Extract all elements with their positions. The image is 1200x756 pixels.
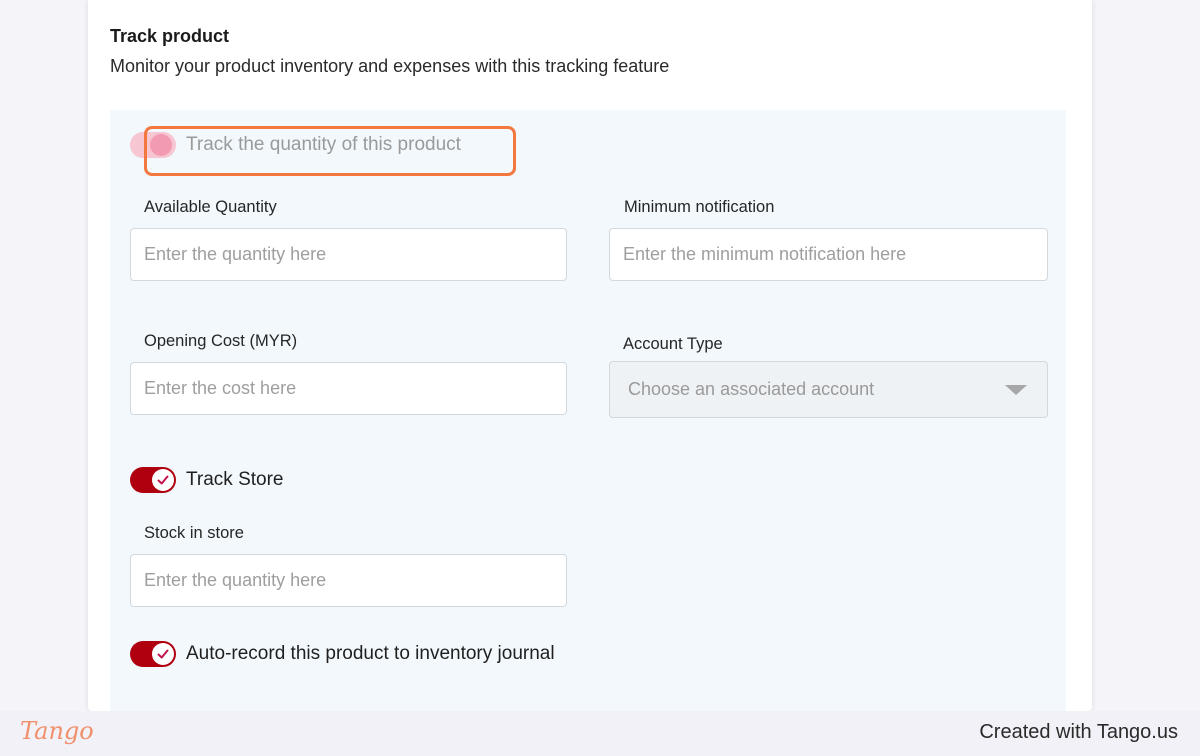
auto-record-label: Auto-record this product to inventory jo… xyxy=(186,643,555,664)
chevron-down-icon[interactable] xyxy=(1005,384,1027,395)
tracking-panel: Track the quantity of this product Avail… xyxy=(110,110,1066,711)
track-store-row[interactable]: Track Store xyxy=(130,467,284,493)
step-highlight xyxy=(144,126,516,176)
track-store-label: Track Store xyxy=(186,469,284,490)
stock-in-store-input[interactable] xyxy=(130,554,567,607)
account-type-label: Account Type xyxy=(623,335,723,353)
tango-footer: Tango Created with Tango.us xyxy=(0,711,1200,756)
opening-cost-label: Opening Cost (MYR) xyxy=(144,332,298,350)
account-type-select[interactable]: Choose an associated account xyxy=(609,361,1048,418)
available-quantity-label: Available Quantity xyxy=(144,198,277,216)
minimum-notification-label: Minimum notification xyxy=(624,198,775,216)
auto-record-toggle[interactable] xyxy=(130,641,176,667)
section-description: Monitor your product inventory and expen… xyxy=(110,56,670,76)
section-title: Track product xyxy=(110,26,230,46)
minimum-notification-input[interactable] xyxy=(609,228,1048,281)
check-icon xyxy=(152,643,174,665)
screenshot: Track product Monitor your product inven… xyxy=(0,0,1200,756)
tango-credit: Created with Tango.us xyxy=(979,721,1178,743)
auto-record-row[interactable]: Auto-record this product to inventory jo… xyxy=(130,641,555,667)
track-store-toggle[interactable] xyxy=(130,467,176,493)
check-icon xyxy=(152,469,174,491)
tango-logo: Tango xyxy=(20,717,94,745)
available-quantity-input[interactable] xyxy=(130,228,567,281)
account-type-placeholder: Choose an associated account xyxy=(628,379,875,399)
opening-cost-input[interactable] xyxy=(130,362,567,415)
track-product-card: Track product Monitor your product inven… xyxy=(88,0,1092,711)
stock-in-store-label: Stock in store xyxy=(144,524,244,542)
